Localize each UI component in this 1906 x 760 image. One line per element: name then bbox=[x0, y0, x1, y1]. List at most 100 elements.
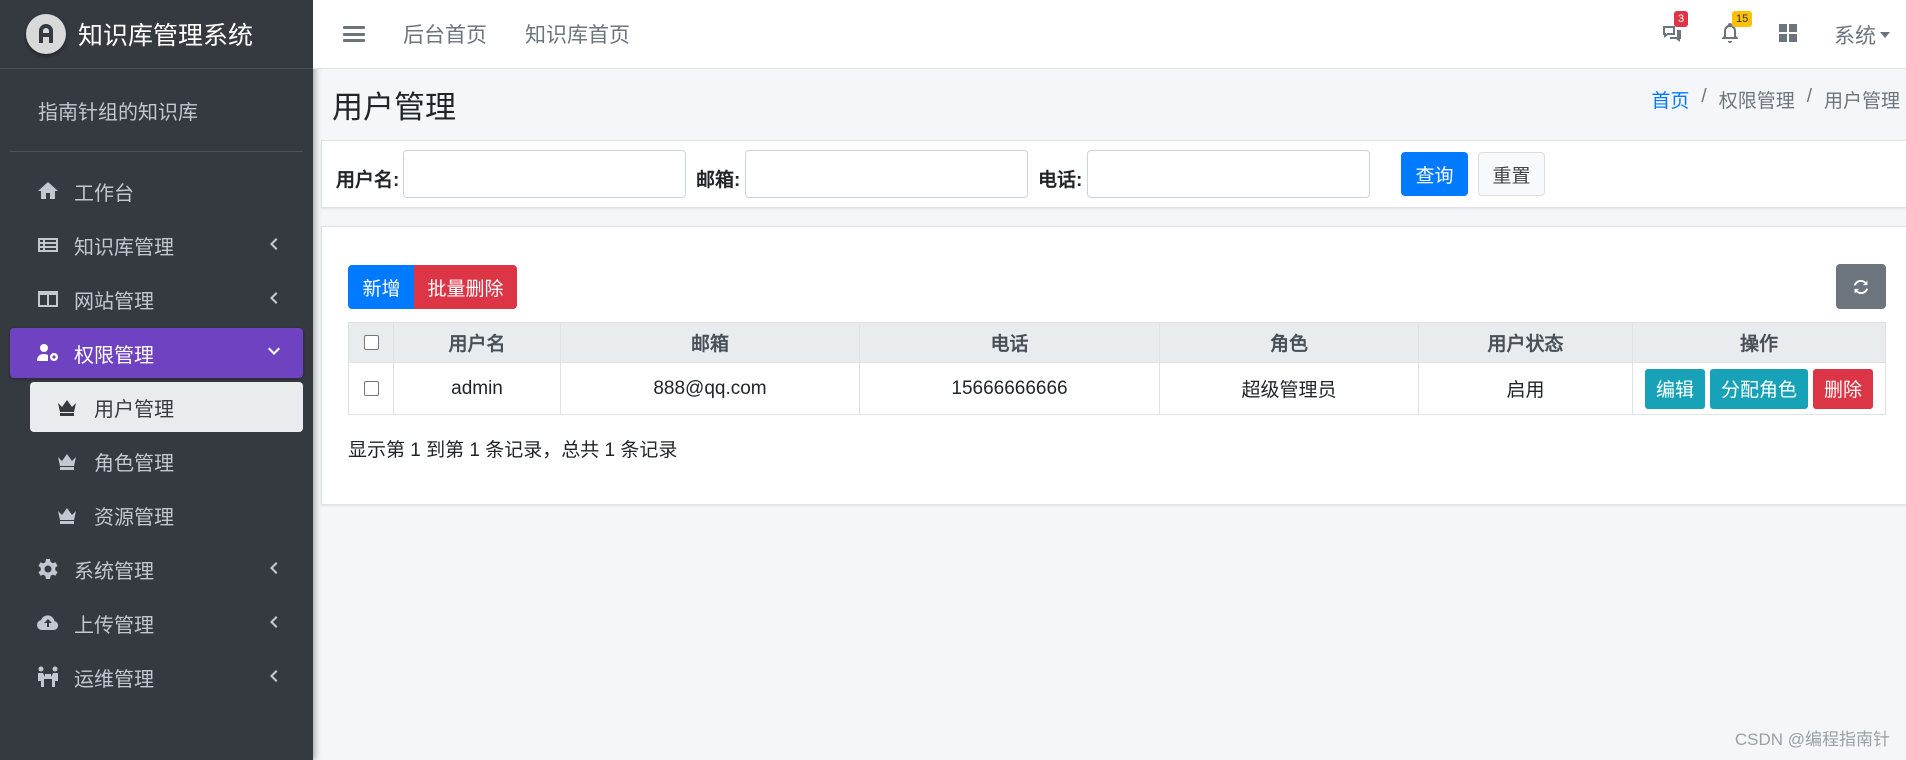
gear-icon bbox=[34, 555, 62, 583]
phone-label: 电话: bbox=[1038, 170, 1083, 191]
chevron-down-icon bbox=[265, 343, 283, 361]
sidebar-item-label: 网站管理 bbox=[74, 290, 154, 313]
sidebar-item-label: 角色管理 bbox=[94, 452, 174, 475]
watermark: CSDN @编程指南针 bbox=[1734, 730, 1890, 749]
sidebar-item-label: 资源管理 bbox=[94, 506, 174, 529]
user-table: 用户名 邮箱 电话 角色 用户状态 操作 admin 888@qq.com 15… bbox=[348, 322, 1886, 415]
batch-delete-button[interactable]: 批量删除 bbox=[414, 265, 517, 309]
users-cog-icon bbox=[34, 339, 62, 367]
people-carry-icon bbox=[34, 663, 62, 691]
column-header-actions: 操作 bbox=[1632, 322, 1886, 363]
cell-role: 超级管理员 bbox=[1159, 362, 1419, 415]
sidebar-item-role-management[interactable]: 角色管理 bbox=[30, 436, 303, 486]
sidebar-item-label: 权限管理 bbox=[74, 344, 154, 367]
list-icon bbox=[34, 231, 62, 259]
email-input[interactable] bbox=[745, 150, 1028, 198]
query-button[interactable]: 查询 bbox=[1401, 152, 1468, 196]
sidebar-item-label: 用户管理 bbox=[94, 398, 174, 421]
column-header-email[interactable]: 邮箱 bbox=[560, 322, 860, 363]
bell-icon[interactable]: 15 bbox=[1718, 10, 1753, 49]
refresh-icon bbox=[1853, 279, 1869, 294]
menu-toggle-icon[interactable] bbox=[343, 24, 365, 44]
edit-button[interactable]: 编辑 bbox=[1644, 368, 1705, 409]
table-row: admin 888@qq.com 15666666666 超级管理员 启用 编辑… bbox=[348, 362, 1886, 415]
top-navbar: 后台首页 知识库首页 3 15 系统 bbox=[313, 0, 1906, 69]
user-list-card: 新增 批量删除 用户名 邮箱 电话 角色 用户状态 操作 admin 888@q… bbox=[321, 226, 1906, 505]
home-icon bbox=[34, 177, 62, 205]
top-link-knowledge-home[interactable]: 知识库首页 bbox=[525, 19, 630, 49]
top-right-menu: 3 15 系统 bbox=[1660, 0, 1906, 69]
user-panel[interactable]: 指南针组的知识库 bbox=[10, 69, 303, 152]
column-header-status[interactable]: 用户状态 bbox=[1418, 322, 1633, 363]
breadcrumb-separator: / bbox=[1806, 86, 1812, 107]
sidebar-item-label: 运维管理 bbox=[74, 668, 154, 691]
column-header-role[interactable]: 角色 bbox=[1159, 322, 1419, 363]
cell-actions: 编辑 分配角色 删除 bbox=[1632, 362, 1886, 415]
brand-title: 知识库管理系统 bbox=[78, 22, 254, 50]
user-panel-name: 指南针组的知识库 bbox=[38, 101, 198, 124]
sidebar-item-label: 工作台 bbox=[74, 182, 134, 205]
sidebar-item-resource-management[interactable]: 资源管理 bbox=[30, 490, 303, 540]
sidebar-item-user-management[interactable]: 用户管理 bbox=[30, 382, 303, 432]
notifications-badge: 15 bbox=[1732, 10, 1753, 27]
select-all-cell bbox=[348, 322, 394, 363]
messages-badge: 3 bbox=[1674, 10, 1689, 27]
cell-phone: 15666666666 bbox=[859, 362, 1160, 415]
brand-logo-icon bbox=[26, 14, 66, 54]
chevron-left-icon bbox=[265, 667, 283, 685]
delete-button[interactable]: 删除 bbox=[1813, 368, 1874, 409]
sidebar-item-label: 系统管理 bbox=[74, 560, 154, 583]
columns-icon bbox=[34, 285, 62, 313]
cell-username: admin bbox=[393, 362, 561, 415]
chevron-left-icon bbox=[265, 289, 283, 307]
sidebar-item-permission[interactable]: 权限管理 bbox=[10, 328, 303, 378]
breadcrumb-permission: 权限管理 bbox=[1718, 91, 1795, 112]
table-header-row: 用户名 邮箱 电话 角色 用户状态 操作 bbox=[348, 322, 1886, 363]
sidebar-item-knowledge[interactable]: 知识库管理 bbox=[10, 220, 303, 270]
column-header-phone[interactable]: 电话 bbox=[859, 322, 1160, 363]
email-label: 邮箱: bbox=[696, 170, 741, 191]
sidebar-item-system[interactable]: 系统管理 bbox=[10, 544, 303, 594]
sidebar-nav: 工作台 知识库管理 网站管理 权限管理 用户管理 角色管理 资源管理 系统管理 … bbox=[0, 152, 313, 702]
messages-icon[interactable]: 3 bbox=[1660, 10, 1689, 49]
caret-down-icon bbox=[1880, 31, 1890, 38]
crown-icon bbox=[54, 448, 80, 474]
sidebar: 知识库管理系统 指南针组的知识库 工作台 知识库管理 网站管理 权限管理 用户管… bbox=[0, 0, 313, 760]
row-checkbox[interactable] bbox=[363, 380, 379, 396]
breadcrumb-home[interactable]: 首页 bbox=[1651, 86, 1689, 113]
phone-input[interactable] bbox=[1087, 150, 1370, 198]
username-input[interactable] bbox=[403, 150, 686, 198]
chevron-left-icon bbox=[265, 613, 283, 631]
cell-status: 启用 bbox=[1418, 362, 1633, 415]
column-header-username[interactable]: 用户名 bbox=[393, 322, 561, 363]
sidebar-item-label: 知识库管理 bbox=[74, 236, 174, 259]
brand-link[interactable]: 知识库管理系统 bbox=[0, 0, 313, 69]
reset-button[interactable]: 重置 bbox=[1478, 152, 1545, 196]
sidebar-item-upload[interactable]: 上传管理 bbox=[10, 598, 303, 648]
sidebar-item-label: 上传管理 bbox=[74, 614, 154, 637]
cell-email: 888@qq.com bbox=[560, 362, 860, 415]
select-all-checkbox[interactable] bbox=[363, 334, 379, 350]
breadcrumb-current: 用户管理 bbox=[1823, 91, 1900, 112]
page-title: 用户管理 bbox=[332, 90, 456, 125]
system-dropdown-label: 系统 bbox=[1834, 24, 1876, 48]
cloud-upload-icon bbox=[34, 609, 62, 637]
refresh-button[interactable] bbox=[1836, 264, 1886, 309]
grid-icon[interactable] bbox=[1776, 21, 1804, 49]
system-dropdown[interactable]: 系统 bbox=[1834, 20, 1890, 50]
chevron-left-icon bbox=[265, 235, 283, 253]
assign-role-button[interactable]: 分配角色 bbox=[1709, 368, 1808, 409]
username-label: 用户名: bbox=[336, 170, 400, 191]
crown-icon bbox=[54, 502, 80, 528]
pagination-summary: 显示第 1 到第 1 条记录，总共 1 条记录 bbox=[348, 440, 678, 461]
sidebar-item-workbench[interactable]: 工作台 bbox=[10, 166, 303, 216]
top-link-admin-home[interactable]: 后台首页 bbox=[403, 19, 487, 49]
crown-icon bbox=[54, 394, 80, 420]
row-select-cell bbox=[348, 362, 394, 415]
chevron-left-icon bbox=[265, 559, 283, 577]
breadcrumb: 首页 / 权限管理 / 用户管理 bbox=[1651, 86, 1900, 113]
add-button[interactable]: 新增 bbox=[348, 265, 415, 309]
sidebar-item-ops[interactable]: 运维管理 bbox=[10, 652, 303, 702]
sidebar-item-website[interactable]: 网站管理 bbox=[10, 274, 303, 324]
breadcrumb-separator: / bbox=[1701, 86, 1707, 107]
